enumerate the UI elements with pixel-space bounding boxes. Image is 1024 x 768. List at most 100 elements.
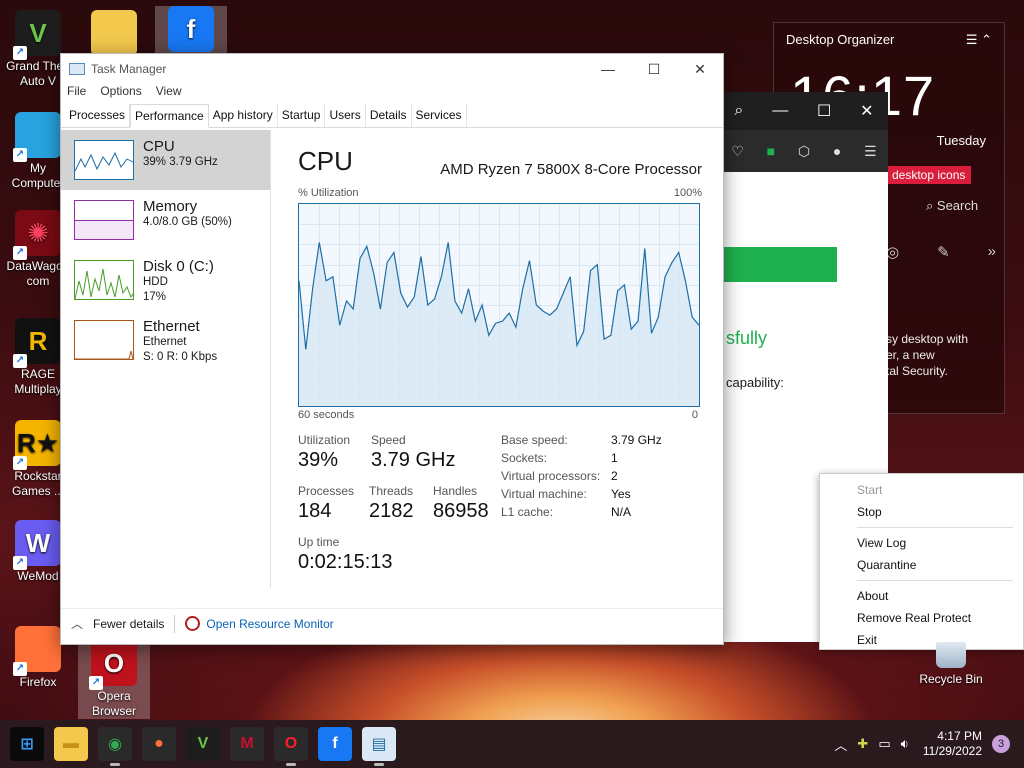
chrome-icon[interactable]: ◉ — [98, 727, 132, 766]
app-icon: ✺ ↗ — [13, 210, 61, 260]
opera-icon[interactable]: O — [274, 727, 308, 766]
browser-status-text: sfully — [726, 328, 768, 348]
resource-monitor-icon — [185, 616, 201, 631]
tray-context-menu: Start Stop View Log Quarantine About Remove R… — [819, 473, 1024, 650]
firefox-icon[interactable]: ● — [142, 727, 176, 761]
close-icon[interactable]: ✕ — [860, 101, 873, 121]
utilization-label: Utilization — [298, 433, 351, 447]
organizer-desc-line: tal Security. — [886, 364, 948, 378]
security-tray-icon[interactable]: ✚ — [857, 736, 868, 752]
window-title: Task Manager — [91, 62, 167, 76]
maximize-icon[interactable]: ☐ — [817, 101, 831, 121]
resource-name: CPU — [143, 138, 175, 155]
resource-thumbnail-graph — [74, 200, 134, 240]
menu-item-remove-real-protect[interactable]: Remove Real Protect — [820, 607, 1023, 629]
tab-details[interactable]: Details — [366, 104, 412, 127]
resource-item-ethernet[interactable]: Ethernet Ethernet S: 0 R: 0 Kbps — [61, 310, 270, 370]
gta-icon[interactable]: V — [186, 727, 220, 761]
organizer-description: sy desktop with er, a new tal Security. — [886, 331, 968, 379]
utilization-value: 39% — [298, 449, 339, 471]
menu-view[interactable]: View — [156, 84, 182, 104]
open-resource-monitor-link[interactable]: Open Resource Monitor — [206, 617, 333, 631]
search-icon[interactable]: ⌕ — [734, 102, 743, 120]
spec-value: Yes — [611, 487, 631, 501]
resource-item-disk[interactable]: Disk 0 (C:) HDD 17% — [61, 250, 270, 310]
app-icon: R★ ↗ — [13, 420, 61, 470]
resource-name: Disk 0 (C:) — [143, 258, 214, 275]
menu-item-stop[interactable]: Stop — [820, 501, 1023, 523]
volume-icon[interactable]: 🔉︎ — [901, 736, 909, 752]
taskbar-time: 4:17 PM — [937, 729, 982, 743]
app-icon — [91, 10, 137, 56]
system-tray: ︿ ✚ ▭ 🔉︎ 4:17 PM 11/29/2022 3 — [824, 720, 1010, 768]
task-manager-window[interactable]: Task Manager — ☐ ✕ File Options View Pro… — [60, 53, 724, 645]
spec-key: L1 cache: — [501, 505, 554, 519]
organizer-search[interactable]: ⌕ Search — [926, 198, 978, 214]
min-axis-label: 0 — [691, 409, 698, 421]
desktop-icon[interactable] — [78, 10, 150, 59]
notification-badge[interactable]: 3 — [992, 735, 1010, 753]
uptime-label: Up time — [298, 535, 340, 549]
resource-thumbnail-graph — [74, 140, 134, 180]
recycle-bin-icon[interactable]: Recycle Bin — [910, 642, 992, 686]
tab-users[interactable]: Users — [325, 104, 366, 127]
app-icon: ↗ — [13, 112, 61, 162]
network-icon[interactable]: ▭ — [878, 736, 890, 752]
maximize-icon[interactable]: ☐ — [631, 61, 677, 78]
task-manager-icon — [69, 63, 85, 75]
organizer-menu-icon[interactable]: ☰ ⌃ — [966, 32, 992, 47]
fewer-details-link[interactable]: Fewer details — [93, 617, 164, 631]
organizer-title: Desktop Organizer — [786, 32, 895, 47]
spec-value: 1 — [611, 451, 618, 465]
app-icon: O ↗ — [89, 640, 137, 690]
file-explorer-icon[interactable]: ▬ — [54, 727, 88, 761]
max-axis-label: 100% — [673, 187, 702, 199]
app-icon: W ↗ — [13, 520, 61, 570]
menu-item-view-log[interactable]: View Log — [820, 532, 1023, 554]
resource-detail: 4.0/8.0 GB (50%) — [143, 216, 232, 228]
taskbar: ⊞ ▬ ◉ ● V M Of ▤ ︿ ✚ ▭ 🔉︎ 4:17 PM 11/29/2022 3 — [0, 720, 1024, 768]
start-icon[interactable]: ⊞ — [10, 727, 44, 761]
facebook-icon[interactable]: f — [318, 727, 352, 761]
task-manager-icon[interactable]: ▤ — [362, 727, 396, 766]
taskbar-clock[interactable]: 4:17 PM 11/29/2022 — [923, 729, 982, 759]
double-chevron-right-icon[interactable]: » — [988, 243, 996, 261]
heart-icon[interactable]: ♡ — [731, 143, 744, 160]
minimize-icon[interactable]: — — [772, 102, 788, 120]
tab-services[interactable]: Services — [412, 104, 467, 127]
cube-icon[interactable]: ⬡ — [798, 143, 810, 160]
chevron-up-icon[interactable]: ︿ — [71, 615, 83, 632]
close-icon[interactable]: ✕ — [677, 61, 723, 78]
desktop-icon-label: Firefox — [19, 675, 57, 689]
time-axis-label: 60 seconds — [298, 409, 355, 421]
organizer-desktop-icons-badge[interactable]: desktop icons — [886, 166, 972, 184]
menu-icon[interactable]: ☰ — [864, 143, 877, 160]
tab-startup[interactable]: Startup — [278, 104, 326, 127]
tab-performance[interactable]: Performance — [130, 104, 209, 128]
menu-item-about[interactable]: About — [820, 585, 1023, 607]
taskbar-apps: ⊞ ▬ ◉ ● V M Of ▤ — [0, 727, 396, 766]
tab-app-history[interactable]: App history — [209, 104, 278, 127]
menu-options[interactable]: Options — [100, 84, 141, 104]
desktop-icon[interactable]: O ↗ Opera Browser — [78, 640, 150, 719]
menu-item-quarantine[interactable]: Quarantine — [820, 554, 1023, 576]
resource-detail: S: 0 R: 0 Kbps — [143, 351, 218, 363]
resource-item-cpu[interactable]: CPU 39% 3.79 GHz — [61, 130, 270, 190]
desktop-icon[interactable]: f — [155, 6, 227, 55]
chevron-up-icon[interactable]: ︿ — [834, 735, 847, 754]
spec-key: Sockets: — [501, 451, 548, 465]
mcafee-icon[interactable]: M — [230, 727, 264, 761]
minimize-icon[interactable]: — — [585, 61, 631, 78]
menu-file[interactable]: File — [67, 84, 86, 104]
processor-name: AMD Ryzen 7 5800X 8-Core Processor — [440, 161, 702, 178]
tab-processes[interactable]: Processes — [65, 104, 131, 127]
task-manager-titlebar[interactable]: Task Manager — ☐ ✕ — [61, 54, 723, 84]
resource-name: Ethernet — [143, 318, 200, 335]
resource-name: Memory — [143, 198, 198, 215]
resource-detail: 39% 3.79 GHz — [143, 156, 218, 168]
resource-item-memory[interactable]: Memory 4.0/8.0 GB (50%) — [61, 190, 270, 250]
profile-icon[interactable]: ● — [833, 143, 841, 159]
note-icon[interactable]: ✎ — [937, 243, 950, 261]
lock-icon[interactable]: ■ — [767, 143, 775, 159]
organizer-desc-line: sy desktop with — [886, 332, 969, 346]
